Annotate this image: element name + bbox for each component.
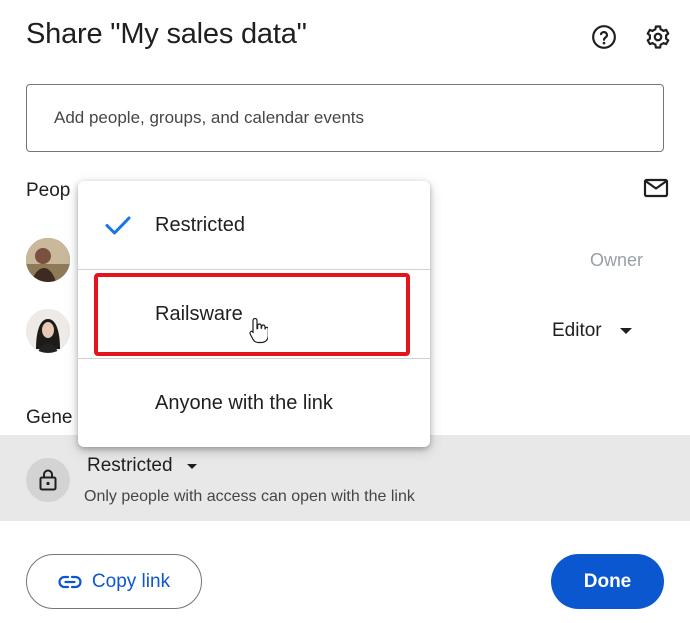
editor-role-label: Editor [552, 320, 602, 341]
caret-down-icon [186, 463, 197, 469]
avatar [26, 309, 70, 353]
editor-role-select[interactable]: Editor [552, 320, 632, 342]
done-label: Done [583, 570, 632, 592]
general-access-row [0, 435, 690, 521]
help-circle-icon[interactable] [589, 22, 619, 52]
people-section-label: Peop [26, 180, 71, 201]
check-icon [105, 216, 131, 235]
copy-link-label: Copy link [91, 570, 171, 592]
general-access-select[interactable]: Restricted [87, 455, 197, 477]
menu-item-restricted[interactable]: Restricted [78, 181, 430, 269]
add-people-input[interactable] [27, 85, 663, 151]
owner-role-label: Owner [590, 250, 644, 270]
caret-down-icon [619, 328, 632, 334]
lock-icon [26, 458, 70, 502]
mail-icon[interactable] [642, 176, 670, 200]
done-button[interactable]: Done [551, 554, 664, 609]
menu-item-anyone-with-link[interactable]: Anyone with the link [78, 359, 430, 447]
hand-pointer-icon [249, 317, 268, 344]
gear-icon[interactable] [643, 22, 673, 52]
avatar [26, 238, 70, 282]
general-access-value: Restricted [87, 455, 173, 476]
general-access-description: Only people with access can open with th… [84, 488, 415, 505]
link-icon [58, 575, 82, 588]
menu-item-label: Anyone with the link [155, 391, 333, 414]
add-people-field[interactable] [26, 84, 664, 152]
general-access-label: Gene [26, 407, 73, 428]
copy-link-button[interactable]: Copy link [26, 554, 202, 609]
menu-item-label: Restricted [155, 213, 246, 236]
dialog-title: Share "My sales data" [26, 18, 307, 50]
